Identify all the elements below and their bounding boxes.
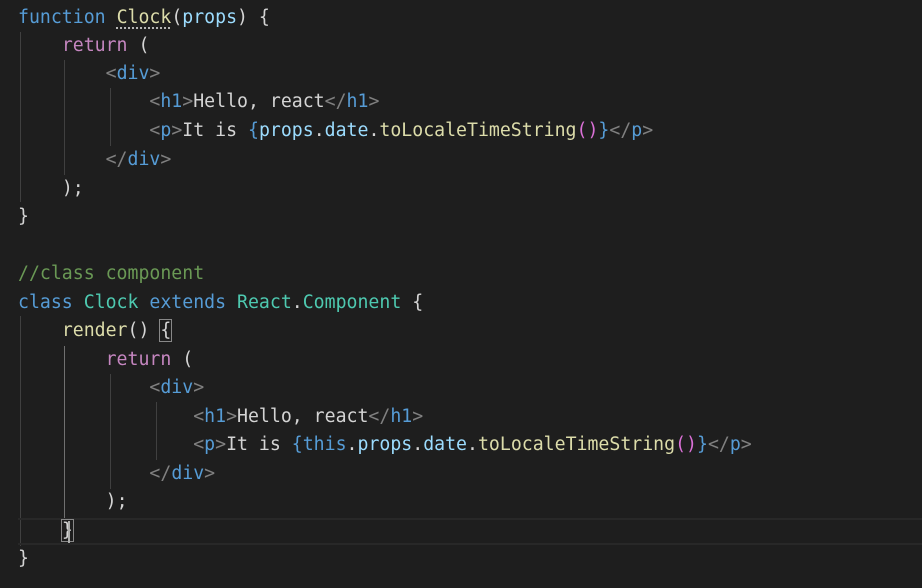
code-line[interactable]: <h1>Hello, react</h1> xyxy=(18,403,423,432)
code-line[interactable]: </div> xyxy=(18,146,172,175)
current-line-highlight xyxy=(18,518,922,545)
code-line[interactable]: <p>It is {props.date.toLocaleTimeString(… xyxy=(18,117,653,146)
code-line[interactable]: <p>It is {this.props.date.toLocaleTimeSt… xyxy=(18,431,752,460)
code-line[interactable]: function Clock(props) { xyxy=(18,4,270,33)
code-line[interactable]: </div> xyxy=(18,460,215,489)
text-cursor xyxy=(68,521,70,543)
code-line[interactable]: class Clock extends React.Component { xyxy=(18,289,423,318)
code-line[interactable]: render() { xyxy=(18,317,173,346)
code-editor[interactable]: function Clock(props) { return ( <div> <… xyxy=(0,0,922,588)
code-line[interactable]: } xyxy=(18,203,29,232)
code-line[interactable]: <div> xyxy=(18,374,204,403)
code-line[interactable]: return ( xyxy=(18,32,150,61)
code-line[interactable]: } xyxy=(18,517,74,546)
code-line[interactable]: ); xyxy=(18,488,128,517)
code-line[interactable]: <div> xyxy=(18,60,161,89)
code-line[interactable]: //class component xyxy=(18,260,204,289)
code-line[interactable]: <h1>Hello, react</h1> xyxy=(18,88,379,117)
code-line[interactable]: } xyxy=(18,545,29,574)
code-line[interactable]: return ( xyxy=(18,346,194,375)
code-line[interactable]: ); xyxy=(18,175,84,204)
